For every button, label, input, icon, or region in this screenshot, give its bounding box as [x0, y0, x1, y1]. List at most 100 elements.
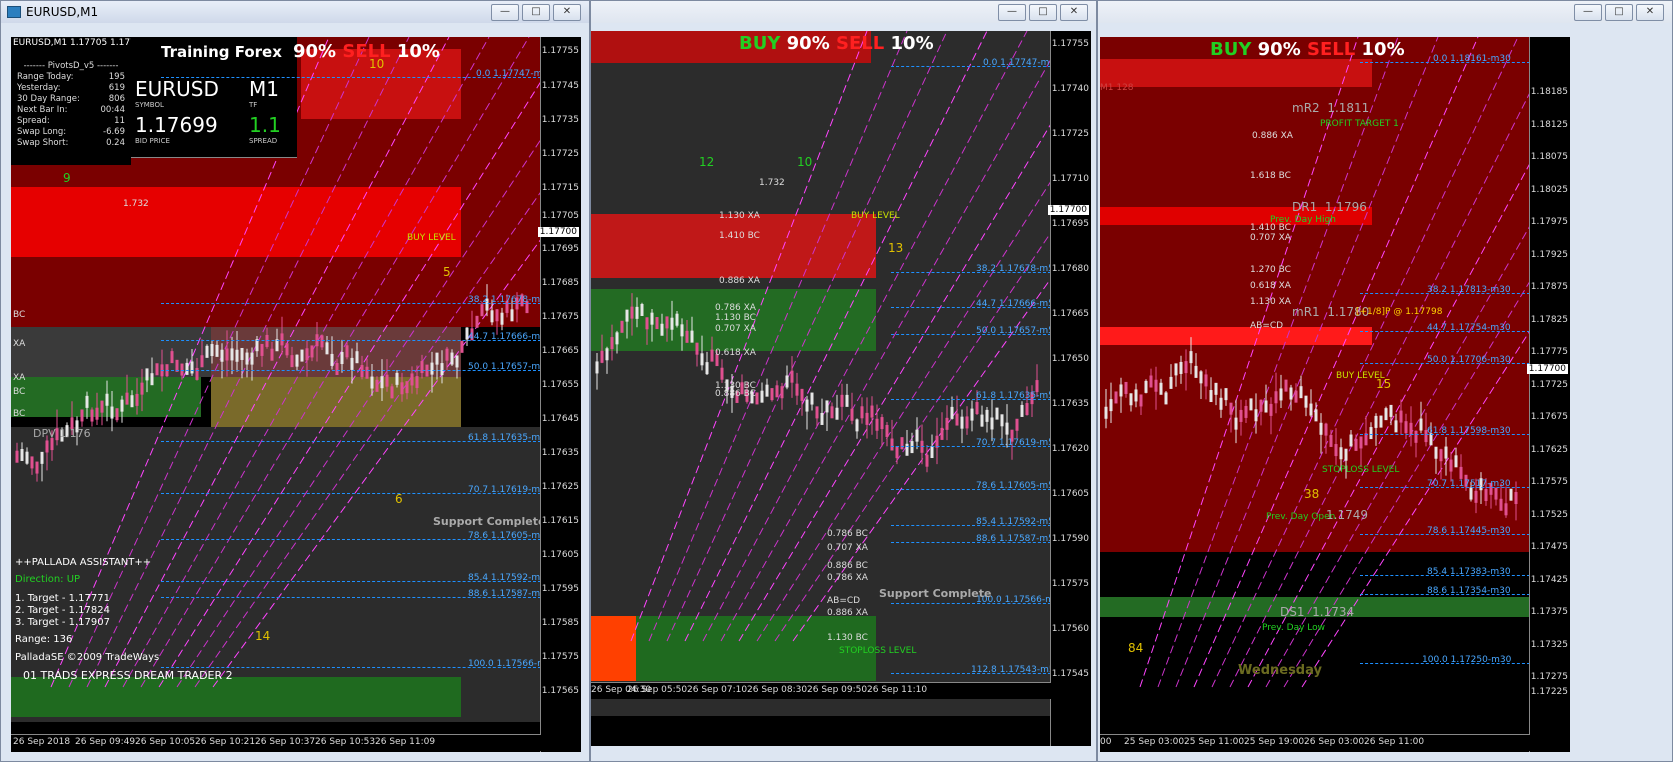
fib-level: 0.0 1.18161-m30: [1433, 54, 1511, 64]
window-titlebar[interactable]: — □ ✕: [591, 1, 1096, 23]
chart-window-eurusd-m1: EURUSD,M1 — □ ✕ ------- PivotsD_v5 -----…: [0, 0, 590, 762]
window-titlebar[interactable]: EURUSD,M1 — □ ✕: [1, 1, 589, 23]
maximize-button[interactable]: □: [1605, 4, 1633, 21]
maximize-button[interactable]: □: [522, 4, 550, 21]
window-titlebar[interactable]: — □ ✕: [1098, 1, 1672, 23]
wave-count: 10: [369, 57, 385, 71]
candle-body: [695, 342, 699, 355]
price-tick: 1.17595: [541, 584, 579, 594]
price-tick: 1.17225: [1530, 687, 1568, 697]
candle-body: [365, 366, 369, 379]
candle-body: [1224, 388, 1228, 401]
pivot-key: Range Today:: [17, 72, 74, 82]
candle-body: [1319, 422, 1323, 435]
candle-body: [760, 390, 764, 403]
fib-level: 44.7 1.17666-m5: [976, 299, 1054, 309]
candle-body: [205, 345, 209, 358]
price-tick: 1.18025: [1530, 185, 1568, 195]
candle-body: [1159, 382, 1163, 395]
candle-body: [945, 417, 949, 430]
close-button[interactable]: ✕: [553, 4, 581, 21]
candle-body: [775, 385, 779, 398]
candle-body: [130, 395, 134, 408]
candle-body: [940, 427, 944, 440]
candle-body: [1164, 392, 1168, 405]
candle-body: [680, 324, 684, 337]
candle-body: [895, 446, 899, 459]
fib-level: 61.8 1.17635-m1: [468, 433, 546, 443]
candle-body: [1005, 422, 1009, 435]
wave-count: 13: [888, 241, 904, 255]
price-tick: 1.17655: [541, 380, 579, 390]
price-scale[interactable]: 1.18185 1.18125 1.18075 1.18025 1.17975 …: [1526, 37, 1570, 752]
trend-line: [756, 180, 1051, 642]
sell-pct: 10%: [396, 41, 440, 62]
candle-body: [400, 382, 404, 395]
candle-body: [1494, 487, 1498, 500]
price-tick: 1.17755: [1051, 39, 1089, 49]
candle-body: [880, 417, 884, 430]
chart-header: EURUSD,M1 1.17705 1.17705: [13, 38, 148, 48]
candle-body: [1379, 415, 1383, 428]
candle-body: [965, 416, 969, 429]
buy-pct: 90%: [1257, 39, 1301, 60]
close-button[interactable]: ✕: [1060, 4, 1088, 21]
candle-body: [810, 392, 814, 405]
candle-body: [660, 323, 664, 336]
candle-body: [1209, 390, 1213, 403]
candle-body: [975, 402, 979, 415]
candle-body: [990, 417, 994, 430]
minimize-button[interactable]: —: [1574, 4, 1602, 21]
candle-body: [450, 352, 454, 365]
time-axis[interactable]: 00 25 Sep 03:00 25 Sep 11:00 25 Sep 19:0…: [1100, 734, 1530, 751]
candle-body: [955, 413, 959, 426]
candle-body: [755, 392, 759, 405]
price-tick: 1.18185: [1530, 87, 1568, 97]
pattern-label: XA: [13, 339, 26, 349]
price-tick: 1.17675: [541, 312, 579, 322]
time-tick: 26 Sep 10:37: [255, 737, 316, 747]
price-tick: 1.17665: [1051, 309, 1089, 319]
candle-body: [435, 352, 439, 365]
candle-body: [1025, 403, 1029, 416]
candle-body: [1134, 389, 1138, 402]
price-tick: 1.17325: [1530, 640, 1568, 650]
candle-body: [1509, 488, 1513, 501]
candle-body: [1389, 404, 1393, 417]
candle-body: [710, 349, 714, 362]
fib-level: 70.7 1.17619-m1: [468, 485, 546, 495]
sell-pct: 10%: [1361, 39, 1405, 60]
candle-body: [1349, 434, 1353, 447]
candle-body: [1259, 399, 1263, 412]
candle-body: [865, 412, 869, 425]
price-scale[interactable]: 1.17755 1.17745 1.17735 1.17725 1.17715 …: [537, 37, 581, 752]
minimize-button[interactable]: —: [491, 4, 519, 21]
current-price-tag: 1.17700: [1047, 205, 1089, 215]
candle-body: [1239, 409, 1243, 422]
candle-body: [190, 361, 194, 374]
maximize-button[interactable]: □: [1029, 4, 1057, 21]
time-axis[interactable]: 26 Sep 04:30 26 Sep 05:50 26 Sep 07:10 2…: [591, 682, 1051, 699]
pivot-key: Swap Long:: [17, 127, 67, 137]
pattern-label: 0.786 BC: [827, 529, 868, 539]
time-tick: 26 Sep 09:50: [807, 685, 868, 695]
time-tick: 26 Sep 2018: [13, 737, 71, 747]
close-button[interactable]: ✕: [1636, 4, 1664, 21]
candle-body: [220, 349, 224, 362]
time-axis[interactable]: 26 Sep 2018 26 Sep 09:49 26 Sep 10:05 26…: [11, 734, 541, 751]
support-complete-label: Support Complete: [879, 587, 992, 600]
minimize-button[interactable]: —: [998, 4, 1026, 21]
price-tick: 1.17705: [541, 211, 579, 221]
price-chart-m1[interactable]: ------- PivotsD_v5 ------- Range Today: 1…: [11, 37, 581, 752]
pattern-label: 0.886 BC: [827, 561, 868, 571]
candle-body: [700, 353, 704, 366]
candle-body: [290, 355, 294, 368]
candle-body: [20, 449, 24, 462]
price-chart-m30[interactable]: BUY 90% SELL 10% 0.0 1.18161-m30 38.2 1.…: [1100, 37, 1570, 752]
candle-body: [1254, 409, 1258, 422]
candle-body: [1364, 433, 1368, 446]
candle-body: [1204, 374, 1208, 387]
candle-body: [490, 310, 494, 323]
price-scale[interactable]: 1.17755 1.17740 1.17725 1.17710 1.17700 …: [1047, 31, 1091, 746]
price-chart-m5[interactable]: BUY 90% SELL 10% 0.0 1.17747-m5 38.2 1.1…: [591, 31, 1091, 746]
